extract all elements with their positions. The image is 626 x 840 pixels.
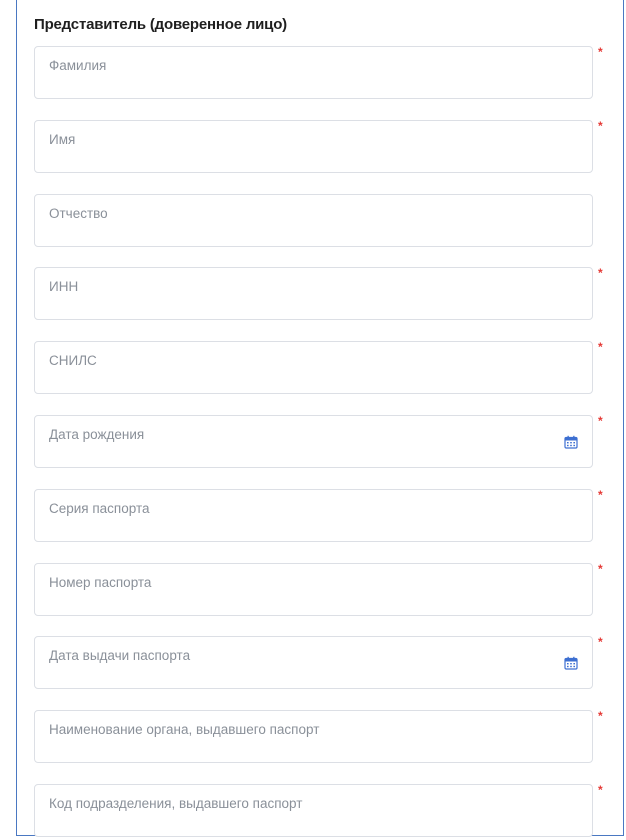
required-asterisk: * — [598, 709, 603, 723]
required-asterisk: * — [598, 488, 603, 502]
required-asterisk: * — [598, 119, 603, 133]
field-placeholder: Дата выдачи паспорта — [49, 648, 191, 663]
field-placeholder: Код подразделения, выдавшего паспорт — [49, 796, 303, 811]
required-asterisk: * — [598, 562, 603, 576]
field-row-snils: СНИЛС * — [34, 341, 614, 396]
field-placeholder: Дата рождения — [49, 427, 145, 442]
required-asterisk: * — [598, 414, 603, 428]
calendar-icon[interactable] — [564, 435, 578, 449]
field-placeholder: Имя — [49, 132, 76, 147]
field-row-first-name: Имя * — [34, 120, 614, 175]
required-asterisk: * — [598, 635, 603, 649]
birth-date-input[interactable]: Дата рождения — [34, 415, 593, 468]
field-placeholder: ИНН — [49, 279, 79, 294]
required-asterisk: * — [598, 340, 603, 354]
snils-input[interactable]: СНИЛС — [34, 341, 593, 394]
section-title: Представитель (доверенное лицо) — [34, 16, 287, 33]
passport-issuer-input[interactable]: Наименование органа, выдавшего паспорт — [34, 710, 593, 763]
field-row-patronymic: Отчество — [34, 194, 614, 249]
passport-issue-date-input[interactable]: Дата выдачи паспорта — [34, 636, 593, 689]
field-row-passport-issuer: Наименование органа, выдавшего паспорт * — [34, 710, 614, 765]
field-row-inn: ИНН * — [34, 267, 614, 322]
patronymic-input[interactable]: Отчество — [34, 194, 593, 247]
field-row-last-name: Фамилия * — [34, 46, 614, 101]
first-name-input[interactable]: Имя — [34, 120, 593, 173]
field-placeholder: Отчество — [49, 206, 108, 221]
required-asterisk: * — [598, 45, 603, 59]
field-placeholder: Номер паспорта — [49, 575, 152, 590]
field-row-birth-date: Дата рождения * — [34, 415, 614, 470]
inn-input[interactable]: ИНН — [34, 267, 593, 320]
passport-division-code-input[interactable]: Код подразделения, выдавшего паспорт — [34, 784, 593, 837]
required-asterisk: * — [598, 266, 603, 280]
field-placeholder: Наименование органа, выдавшего паспорт — [49, 722, 320, 737]
field-row-passport-issue-date: Дата выдачи паспорта * — [34, 636, 614, 691]
field-row-passport-series: Серия паспорта * — [34, 489, 614, 544]
calendar-icon[interactable] — [564, 656, 578, 670]
field-placeholder: СНИЛС — [49, 353, 97, 368]
passport-series-input[interactable]: Серия паспорта — [34, 489, 593, 542]
last-name-input[interactable]: Фамилия — [34, 46, 593, 99]
field-row-passport-number: Номер паспорта * — [34, 563, 614, 618]
field-row-passport-division-code: Код подразделения, выдавшего паспорт * — [34, 784, 614, 839]
passport-number-input[interactable]: Номер паспорта — [34, 563, 593, 616]
required-asterisk: * — [598, 783, 603, 797]
field-placeholder: Фамилия — [49, 58, 107, 73]
field-placeholder: Серия паспорта — [49, 501, 150, 516]
